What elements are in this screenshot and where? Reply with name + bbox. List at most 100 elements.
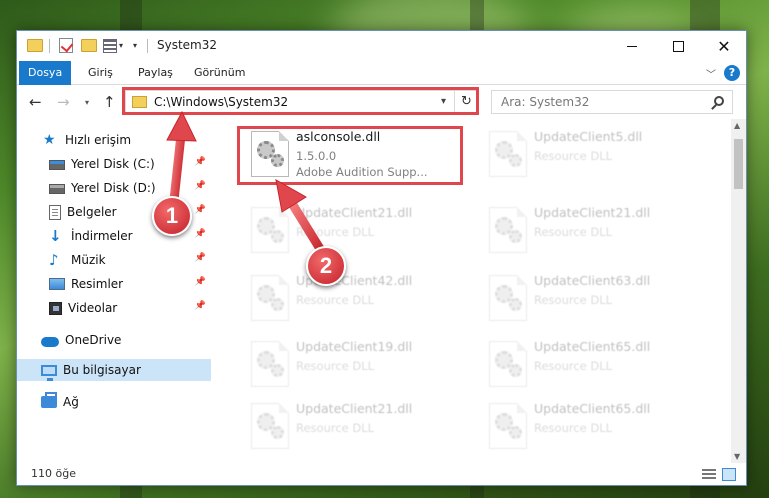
sidebar-item-label: Hızlı erişim bbox=[65, 133, 132, 147]
file-item[interactable]: UpdateClient19.dll Resource DLL bbox=[241, 335, 471, 395]
details-view-icon[interactable] bbox=[702, 469, 716, 481]
this-pc-icon bbox=[41, 364, 57, 381]
status-bar: 110 öğe bbox=[17, 463, 746, 485]
pin-icon[interactable]: 📌 bbox=[195, 229, 206, 239]
file-name: UpdateClient5.dll bbox=[534, 129, 643, 144]
pin-icon[interactable]: 📌 bbox=[195, 205, 206, 215]
downloads-icon: ↓ bbox=[49, 227, 62, 245]
dll-file-icon bbox=[489, 275, 527, 321]
file-item-aslconsole[interactable]: aslconsole.dll 1.5.0.0 Adobe Audition Su… bbox=[241, 125, 471, 185]
sidebar-item-disk-c[interactable]: Yerel Disk (C:) 📌 bbox=[17, 153, 211, 175]
sidebar-item-label: İndirmeler bbox=[71, 229, 133, 243]
scroll-down-icon[interactable]: ▼ bbox=[734, 452, 740, 461]
maximize-button[interactable] bbox=[655, 31, 701, 61]
close-button[interactable]: ✕ bbox=[701, 31, 746, 61]
properties-check-icon[interactable] bbox=[59, 38, 73, 53]
tiles-view-icon[interactable] bbox=[722, 468, 736, 481]
file-type: Resource DLL bbox=[296, 421, 375, 435]
sidebar-item-quick-access[interactable]: ★ Hızlı erişim bbox=[17, 129, 211, 151]
file-name: UpdateClient21.dll bbox=[296, 401, 413, 416]
pictures-icon bbox=[49, 278, 65, 290]
sidebar-item-music[interactable]: ♪ Müzik 📌 bbox=[17, 249, 211, 271]
scroll-thumb[interactable] bbox=[734, 139, 743, 189]
file-name: UpdateClient63.dll bbox=[534, 273, 651, 288]
item-count: 110 öğe bbox=[31, 467, 76, 480]
help-icon[interactable]: ? bbox=[724, 65, 740, 81]
up-button[interactable]: ↑ bbox=[103, 93, 116, 111]
window-title: System32 bbox=[157, 38, 218, 52]
sidebar-item-label: Müzik bbox=[71, 253, 106, 267]
search-input[interactable]: Ara: System32 bbox=[491, 90, 733, 114]
properties-icon[interactable] bbox=[103, 39, 117, 53]
tab-paylas[interactable]: Paylaş bbox=[129, 61, 182, 85]
sidebar-item-label: Bu bilgisayar bbox=[63, 363, 141, 377]
file-type: Resource DLL bbox=[534, 293, 613, 307]
dll-file-icon bbox=[489, 207, 527, 253]
sidebar-item-label: Ağ bbox=[63, 395, 79, 409]
file-type: Resource DLL bbox=[534, 149, 613, 163]
dll-file-icon bbox=[489, 131, 527, 177]
pin-icon[interactable]: 📌 bbox=[195, 301, 206, 311]
chevron-down-icon[interactable]: ▾ bbox=[441, 96, 446, 107]
search-icon[interactable] bbox=[714, 96, 724, 106]
file-item[interactable]: UpdateClient65.dll Resource DLL bbox=[479, 397, 709, 457]
tab-gorunum[interactable]: Görünüm bbox=[185, 61, 254, 85]
refresh-button[interactable]: ↻ bbox=[454, 91, 478, 113]
file-item[interactable]: UpdateClient21.dll Resource DLL bbox=[241, 201, 471, 261]
chevron-down-icon[interactable]: ▾ bbox=[119, 41, 123, 59]
sidebar-item-label: Resimler bbox=[71, 277, 124, 291]
sidebar-item-network[interactable]: Ağ bbox=[17, 391, 211, 413]
tab-dosya[interactable]: Dosya bbox=[19, 61, 72, 85]
sidebar-item-onedrive[interactable]: OneDrive bbox=[17, 329, 211, 351]
search-placeholder: Ara: System32 bbox=[501, 95, 590, 109]
file-name: UpdateClient65.dll bbox=[534, 401, 651, 416]
dll-file-icon bbox=[489, 341, 527, 387]
step-2-badge: 2 bbox=[306, 246, 346, 286]
disk-icon bbox=[49, 160, 65, 170]
sidebar-item-disk-d[interactable]: Yerel Disk (D:) 📌 bbox=[17, 177, 211, 199]
tab-giris[interactable]: Giriş bbox=[79, 61, 122, 85]
back-button[interactable]: ← bbox=[29, 93, 42, 111]
file-item[interactable]: UpdateClient5.dll Resource DLL bbox=[479, 125, 709, 185]
music-icon: ♪ bbox=[49, 251, 59, 269]
pin-icon[interactable]: 📌 bbox=[195, 181, 206, 191]
dll-file-icon bbox=[251, 131, 289, 177]
sidebar-item-pictures[interactable]: Resimler 📌 bbox=[17, 273, 211, 295]
file-item[interactable]: UpdateClient21.dll Resource DLL bbox=[479, 201, 709, 261]
forward-button[interactable]: → bbox=[57, 93, 70, 111]
file-item[interactable]: UpdateClient21.dll Resource DLL bbox=[241, 397, 471, 457]
pin-icon[interactable]: 📌 bbox=[195, 253, 206, 263]
scroll-up-icon[interactable]: ▲ bbox=[734, 121, 740, 130]
title-divider bbox=[147, 39, 148, 53]
customize-toolbar-icon[interactable]: ▾ bbox=[133, 41, 137, 59]
dll-file-icon bbox=[251, 341, 289, 387]
vertical-scrollbar[interactable]: ▲ ▼ bbox=[731, 119, 746, 463]
file-type: Resource DLL bbox=[534, 225, 613, 239]
file-item[interactable]: UpdateClient42.dll Resource DLL bbox=[241, 269, 471, 329]
sidebar-item-label: Belgeler bbox=[67, 205, 117, 219]
folder-icon[interactable] bbox=[27, 39, 43, 52]
pin-icon[interactable]: 📌 bbox=[195, 157, 206, 167]
address-bar[interactable]: C:\Windows\System32 ▾ ↻ bbox=[125, 90, 479, 114]
pin-icon[interactable]: 📌 bbox=[195, 277, 206, 287]
ribbon-tabs: Dosya Giriş Paylaş Görünüm ﹀ ? bbox=[17, 61, 746, 85]
address-path[interactable]: C:\Windows\System32 bbox=[154, 95, 288, 109]
file-item[interactable]: UpdateClient63.dll Resource DLL bbox=[479, 269, 709, 329]
minimize-button[interactable] bbox=[609, 31, 655, 61]
file-type: Resource DLL bbox=[534, 421, 613, 435]
sidebar-item-this-pc[interactable]: Bu bilgisayar bbox=[17, 359, 211, 381]
file-item[interactable]: UpdateClient65.dll Resource DLL bbox=[479, 335, 709, 395]
star-icon: ★ bbox=[43, 132, 56, 148]
folder-icon bbox=[132, 96, 147, 108]
file-name: UpdateClient19.dll bbox=[296, 339, 413, 354]
dll-file-icon bbox=[489, 403, 527, 449]
file-description: Adobe Audition Supp... bbox=[296, 165, 428, 179]
expand-ribbon-icon[interactable]: ﹀ bbox=[706, 66, 716, 81]
explorer-window: ▾ ▾ System32 ✕ Dosya Giriş Paylaş Görünü… bbox=[16, 30, 747, 486]
new-folder-icon[interactable] bbox=[81, 39, 97, 52]
recent-locations-button[interactable]: ▾ bbox=[85, 98, 89, 107]
sidebar-item-videos[interactable]: Videolar 📌 bbox=[17, 297, 211, 319]
file-type: Resource DLL bbox=[296, 293, 375, 307]
step-1-badge: 1 bbox=[152, 196, 192, 236]
navigation-pane: ★ Hızlı erişim Yerel Disk (C:) 📌 Yerel D… bbox=[17, 119, 211, 463]
